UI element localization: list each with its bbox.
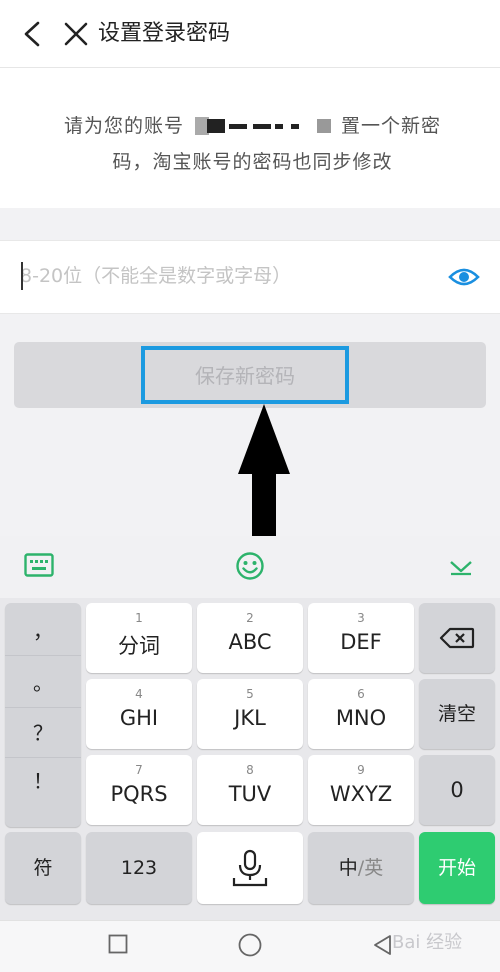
keyboard-icon[interactable] (24, 553, 54, 577)
backspace-key[interactable] (419, 603, 495, 673)
key-4[interactable]: 4 GHI (86, 679, 192, 749)
backspace-icon (439, 627, 475, 649)
password-input[interactable] (20, 256, 420, 296)
masked-account (191, 116, 341, 137)
watermark: Bai 经验 (392, 932, 463, 953)
back-arrow-icon[interactable] (20, 20, 46, 48)
text-caret (21, 262, 23, 290)
numbers-key[interactable]: 123 (86, 832, 192, 904)
description-prefix: 请为您的账号 (63, 115, 184, 137)
punctuation-column: ， 。 ？ ！ (5, 603, 81, 827)
close-icon[interactable] (62, 20, 90, 48)
home-icon[interactable] (238, 933, 262, 957)
collapse-keyboard-icon[interactable] (448, 556, 474, 576)
voice-input-key[interactable] (197, 832, 303, 904)
save-new-password-button[interactable]: 保存新密码 (141, 346, 349, 404)
key-2[interactable]: 2 ABC (197, 603, 303, 673)
recent-apps-icon[interactable] (108, 934, 128, 954)
account-description: 请为您的账号 置一个新密 码，淘宝账号的密码也同步修改 (30, 108, 475, 180)
description-suffix: 置一个新密 (341, 115, 442, 137)
language-switch-key[interactable]: 中/英 (308, 832, 414, 904)
key-7[interactable]: 7 PQRS (86, 755, 192, 825)
key-8[interactable]: 8 TUV (197, 755, 303, 825)
key-3[interactable]: 3 DEF (308, 603, 414, 673)
emoji-icon[interactable] (235, 551, 265, 581)
punct-comma-key[interactable]: ， (5, 607, 81, 656)
key-1[interactable]: 1 分词 (86, 603, 192, 673)
punct-exclamation-key[interactable]: ！ (5, 757, 81, 805)
key-9[interactable]: 9 WXYZ (308, 755, 414, 825)
key-6[interactable]: 6 MNO (308, 679, 414, 749)
key-0[interactable]: 0 (419, 755, 495, 825)
punct-question-key[interactable]: ？ (5, 709, 81, 758)
symbols-key[interactable]: 符 (5, 832, 81, 904)
lang-en-label: 英 (364, 857, 384, 879)
start-key[interactable]: 开始 (419, 832, 495, 904)
back-nav-icon[interactable] (372, 934, 392, 956)
description-line2: 码，淘宝账号的密码也同步修改 (112, 151, 393, 173)
clear-key[interactable]: 清空 (419, 679, 495, 749)
punct-period-key[interactable]: 。 (5, 659, 81, 708)
lang-cn-label: 中 (338, 857, 358, 879)
annotation-arrow-icon (238, 404, 290, 548)
page-title: 设置登录密码 (98, 21, 231, 46)
eye-icon[interactable] (448, 264, 480, 290)
key-5[interactable]: 5 JKL (197, 679, 303, 749)
microphone-icon (232, 849, 268, 887)
